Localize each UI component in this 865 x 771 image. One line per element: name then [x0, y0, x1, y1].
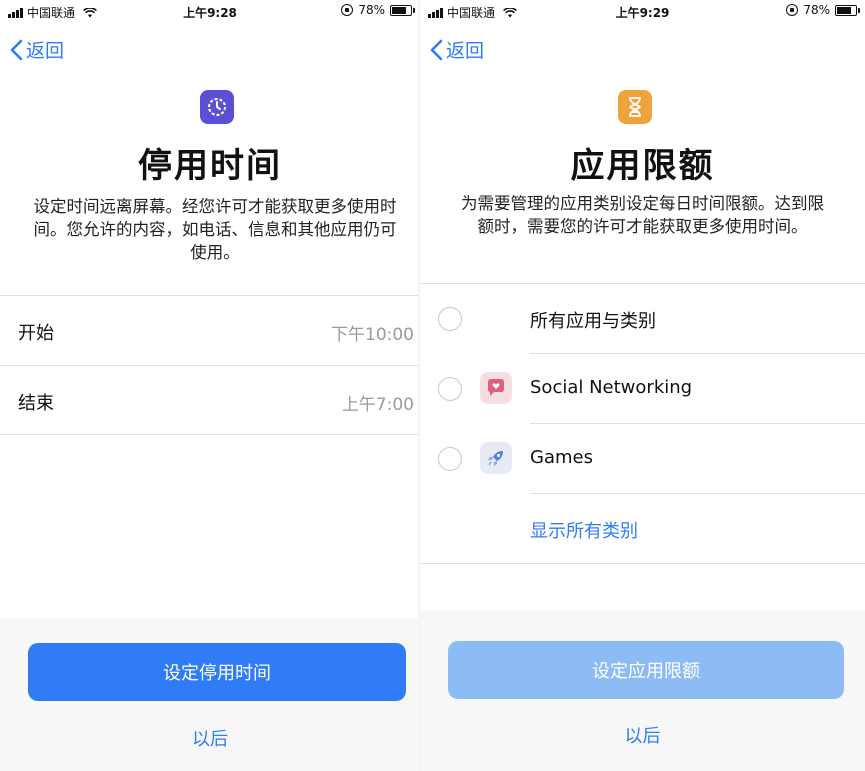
page-title: 停用时间	[138, 146, 282, 186]
orientation-lock-icon	[786, 4, 799, 16]
radio-all-apps[interactable]	[438, 307, 462, 331]
page-description: 设定时间远离屏幕。经您许可才能获取更多使用时间。您允许的内容，如电话、信息和其他…	[33, 197, 397, 262]
battery-percent: 78%	[358, 3, 385, 17]
back-button[interactable]: 返回	[430, 36, 484, 63]
option-social-networking[interactable]: Social Networking	[420, 353, 865, 423]
downtime-icon	[200, 90, 234, 124]
back-label: 返回	[26, 40, 65, 62]
set-app-limit-button[interactable]: 设定应用限额	[448, 641, 844, 699]
divider	[530, 493, 865, 494]
set-downtime-button[interactable]: 设定停用时间	[28, 643, 406, 701]
status-bar: 中国联通 上午9:28 78%	[0, 0, 420, 24]
option-label: 所有应用与类别	[530, 311, 656, 332]
app-limits-screen: 中国联通 上午9:29 78% 返回 应用限额 为需要管理的应用类别设定每日时间…	[420, 0, 865, 771]
radio-social-networking[interactable]	[438, 377, 462, 401]
hourglass-icon	[618, 90, 652, 124]
page-description: 为需要管理的应用类别设定每日时间限额。达到限额时，需要您的许可才能获取更多使用时…	[461, 194, 824, 236]
chevron-left-icon	[10, 39, 23, 60]
later-button[interactable]: 以后	[0, 725, 420, 751]
chevron-left-icon	[430, 39, 443, 60]
end-time-row[interactable]: 结束 上午7:00	[0, 365, 420, 435]
back-button[interactable]: 返回	[10, 36, 64, 63]
orientation-lock-icon	[341, 4, 354, 16]
battery-icon	[835, 4, 860, 16]
option-games[interactable]: Games	[420, 423, 865, 493]
end-label: 结束	[18, 393, 54, 414]
later-button[interactable]: 以后	[420, 722, 865, 748]
status-bar: 中国联通 上午9:29 78%	[420, 0, 865, 24]
list-bottom-divider	[420, 563, 865, 564]
downtime-screen: 中国联通 上午9:28 78% 返回 停用时间 设定时间远离屏幕。经您许可才能获…	[0, 0, 420, 771]
option-all-apps[interactable]: 所有应用与类别	[420, 283, 865, 353]
rocket-icon	[480, 442, 512, 474]
option-label: Games	[530, 447, 593, 468]
radio-games[interactable]	[438, 447, 462, 471]
start-time-row[interactable]: 开始 下午10:00	[0, 295, 420, 365]
chat-heart-icon	[480, 372, 512, 404]
start-value: 下午10:00	[331, 325, 414, 345]
back-label: 返回	[446, 40, 485, 62]
end-value: 上午7:00	[341, 395, 414, 415]
page-title: 应用限额	[570, 146, 715, 186]
option-label: Social Networking	[530, 377, 693, 398]
battery-percent: 78%	[803, 3, 830, 17]
battery-icon	[390, 4, 415, 16]
show-all-categories-link[interactable]: 显示所有类别	[530, 517, 638, 543]
start-label: 开始	[18, 323, 54, 344]
